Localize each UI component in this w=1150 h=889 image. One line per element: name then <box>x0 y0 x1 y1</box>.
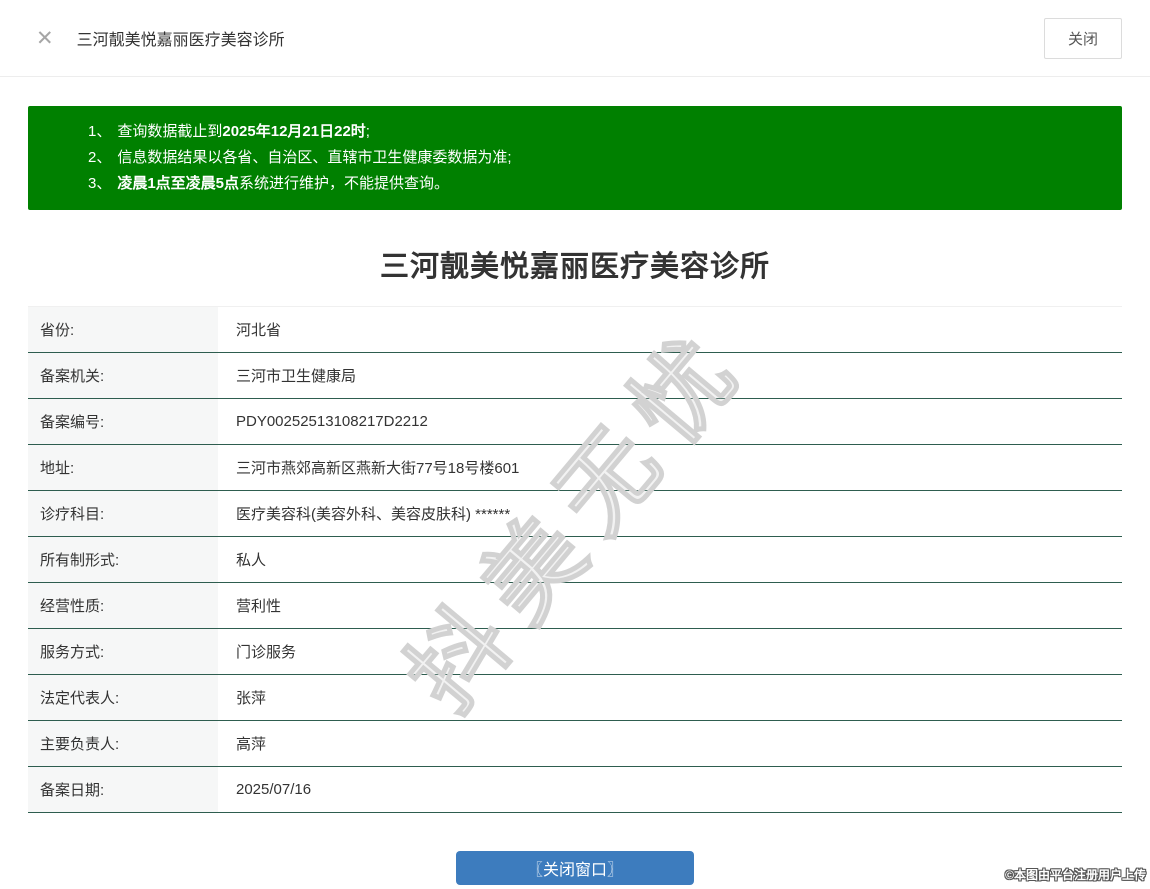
table-row: 备案日期: 2025/07/16 <box>28 767 1122 813</box>
notice-text-segment: 凌晨1点至凌晨5点 <box>117 175 240 192</box>
table-row: 法定代表人: 张萍 <box>28 675 1122 721</box>
detail-table: 省份: 河北省 备案机关: 三河市卫生健康局 备案编号: PDY00252513… <box>28 306 1122 813</box>
close-window-button[interactable]: 〖关闭窗口〗 <box>456 851 694 885</box>
table-row: 地址: 三河市燕郊高新区燕新大街77号18号楼601 <box>28 445 1122 491</box>
row-label: 备案编号: <box>28 399 218 444</box>
row-label: 法定代表人: <box>28 675 218 720</box>
table-row: 主要负责人: 高萍 <box>28 721 1122 767</box>
notice-lines: 1、 查询数据截止到2025年12月21日22时; 2、 信息数据结果以各省、自治区… <box>88 119 1102 197</box>
row-label: 经营性质: <box>28 583 218 628</box>
row-value: 河北省 <box>236 322 282 339</box>
notice-text-segment: 系统进行维护，不能提供查询。 <box>239 175 450 192</box>
row-value: 医疗美容科(美容外科、美容皮肤科) ****** <box>236 506 511 523</box>
row-value: 三河市卫生健康局 <box>236 368 357 385</box>
row-label: 所有制形式: <box>28 537 218 582</box>
close-icon[interactable]: ✕ <box>36 26 54 51</box>
row-label: 备案机关: <box>28 353 218 398</box>
notice-text-segment: 2025年12月21日22时 <box>222 123 366 140</box>
top-bar: ✕ 三河靓美悦嘉丽医疗美容诊所 关闭 <box>0 0 1150 77</box>
notice-text-segment: 信息数据结果以各省、自治区、直辖市卫生健康委数据为准; <box>117 149 512 166</box>
row-value: 营利性 <box>236 598 282 615</box>
table-row: 所有制形式: 私人 <box>28 537 1122 583</box>
attribution-stamp: ©本图由平台注册用户上传 <box>1005 868 1146 882</box>
row-value: 高萍 <box>236 736 267 753</box>
row-value: 张萍 <box>236 690 267 707</box>
table-row: 省份: 河北省 <box>28 307 1122 353</box>
table-row: 备案编号: PDY00252513108217D2212 <box>28 399 1122 445</box>
table-row: 服务方式: 门诊服务 <box>28 629 1122 675</box>
notice-line-number: 1、 <box>88 123 112 140</box>
row-label: 备案日期: <box>28 767 218 812</box>
table-row: 诊疗科目: 医疗美容科(美容外科、美容皮肤科) ****** <box>28 491 1122 537</box>
notice-line-number: 2、 <box>88 149 112 166</box>
close-button[interactable]: 关闭 <box>1043 17 1122 59</box>
row-label: 服务方式: <box>28 629 218 674</box>
table-row: 备案机关: 三河市卫生健康局 <box>28 353 1122 399</box>
row-label: 地址: <box>28 445 218 490</box>
notice-line-number: 3、 <box>88 175 112 192</box>
row-value: 门诊服务 <box>236 644 297 661</box>
row-value: PDY00252513108217D2212 <box>236 413 428 430</box>
notice-line: 1、 查询数据截止到2025年12月21日22时; <box>88 119 1102 145</box>
row-value: 2025/07/16 <box>236 781 312 798</box>
row-value: 私人 <box>236 552 267 569</box>
row-label: 主要负责人: <box>28 721 218 766</box>
bottom-button-area: 〖关闭窗口〗 <box>0 851 1150 885</box>
notice-line: 2、 信息数据结果以各省、自治区、直辖市卫生健康委数据为准; <box>88 145 1102 171</box>
table-row: 经营性质: 营利性 <box>28 583 1122 629</box>
row-label: 诊疗科目: <box>28 491 218 536</box>
notice-line: 3、 凌晨1点至凌晨5点系统进行维护，不能提供查询。 <box>88 171 1102 197</box>
notice-text-segment: 查询数据截止到 <box>117 123 223 140</box>
notice-text-segment: ; <box>365 123 370 140</box>
row-value: 三河市燕郊高新区燕新大街77号18号楼601 <box>236 460 520 477</box>
notice-banner: 1、 查询数据截止到2025年12月21日22时; 2、 信息数据结果以各省、自治区… <box>28 106 1122 210</box>
row-label: 省份: <box>28 307 218 352</box>
window-title: 三河靓美悦嘉丽医疗美容诊所 <box>76 32 285 49</box>
record-title: 三河靓美悦嘉丽医疗美容诊所 <box>379 251 770 283</box>
